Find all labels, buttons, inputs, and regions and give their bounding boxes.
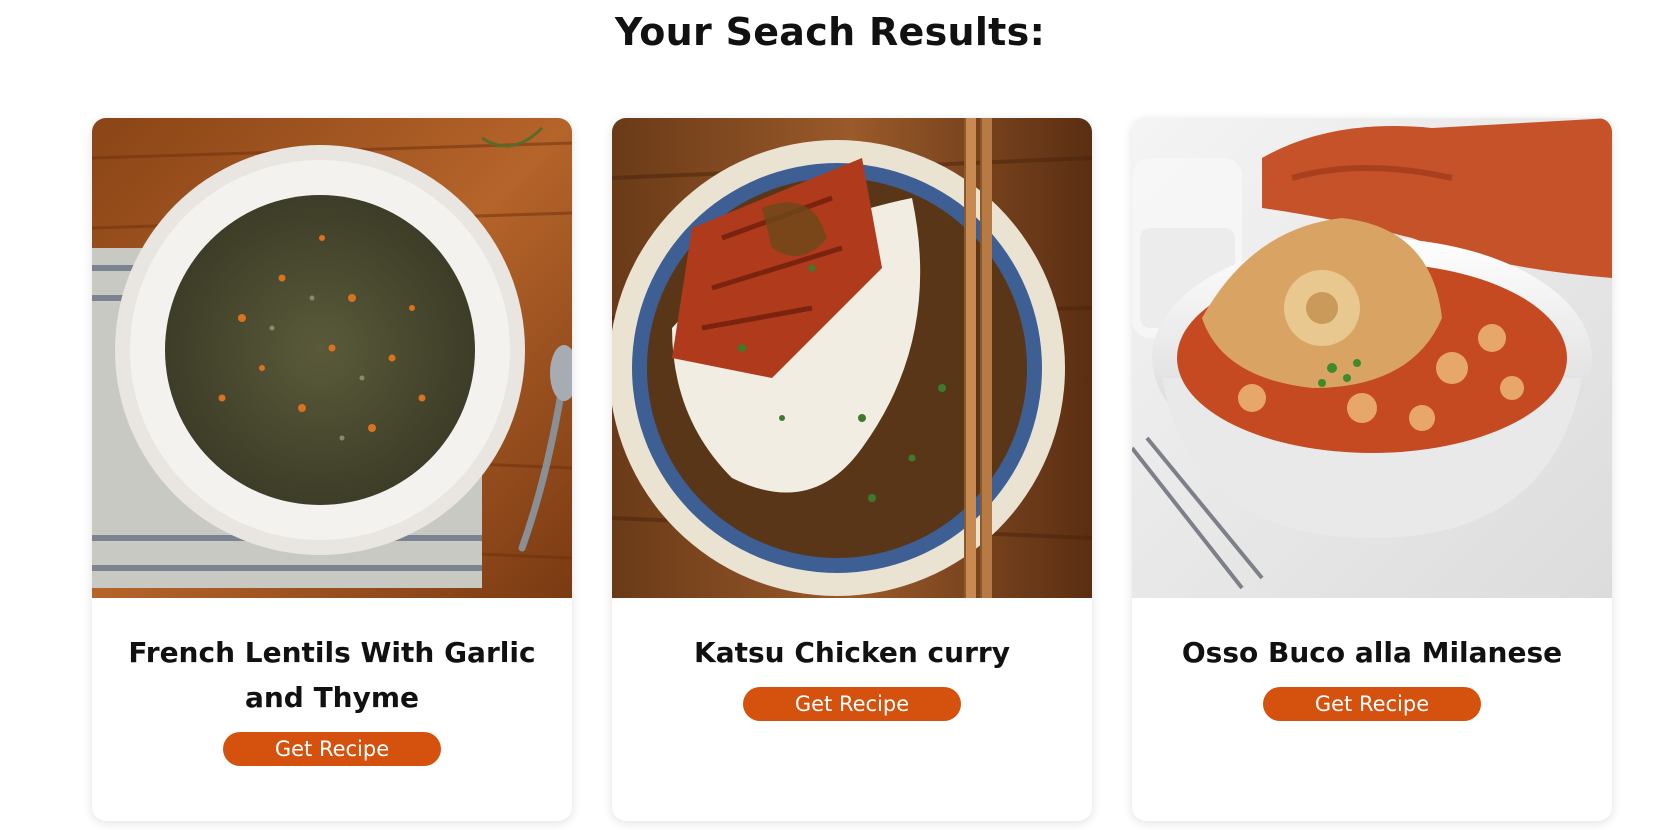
recipe-image-katsu-curry[interactable]: [612, 118, 1092, 598]
page-title: Your Seach Results:: [614, 10, 1046, 54]
get-recipe-button[interactable]: Get Recipe: [223, 732, 441, 766]
get-recipe-button[interactable]: Get Recipe: [743, 687, 961, 721]
recipe-card: Katsu Chicken curry Get Recipe: [612, 118, 1092, 821]
search-results-page: Your Seach Results: French Lentils With …: [0, 0, 1660, 830]
recipe-card-grid: French Lentils With Garlic and Thyme Get…: [92, 118, 1612, 821]
recipe-image-lentils[interactable]: [92, 118, 572, 598]
recipe-title: Katsu Chicken curry: [694, 636, 1010, 669]
recipe-title: Osso Buco alla Milanese: [1181, 636, 1563, 669]
recipe-image-osso-buco[interactable]: [1132, 118, 1612, 598]
recipe-card: French Lentils With Garlic and Thyme Get…: [92, 118, 572, 821]
recipe-title: French Lentils With Garlic and Thyme: [128, 636, 536, 714]
recipe-card: Osso Buco alla Milanese Get Recipe: [1132, 118, 1612, 821]
get-recipe-button[interactable]: Get Recipe: [1263, 687, 1481, 721]
